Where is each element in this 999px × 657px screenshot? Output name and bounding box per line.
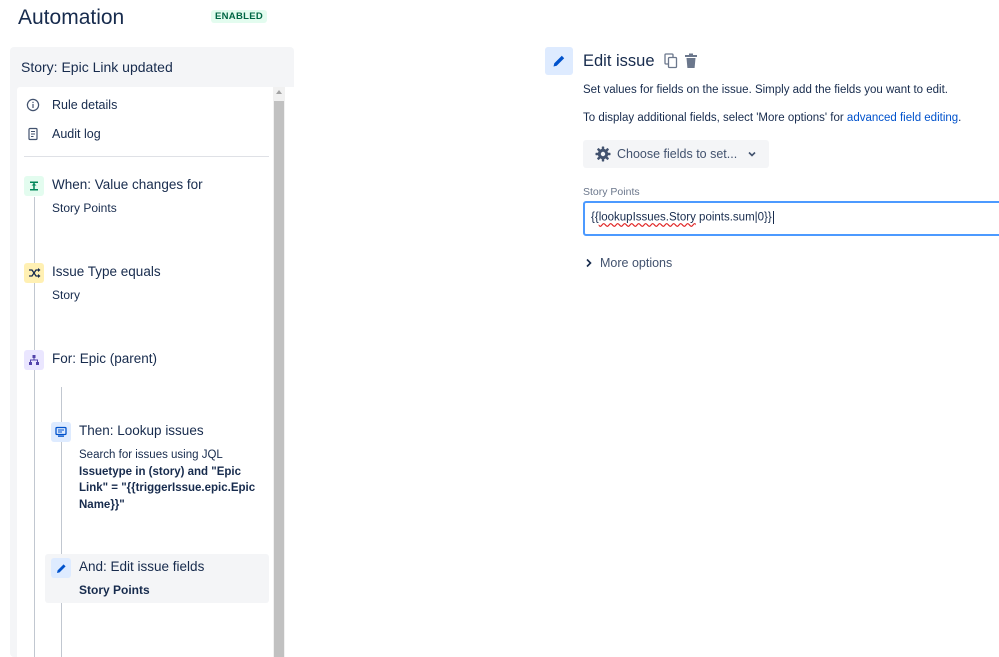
branch-icon [24, 350, 44, 370]
gear-icon [595, 146, 611, 162]
advanced-field-editing-link[interactable]: advanced field editing [847, 112, 958, 124]
choose-fields-label: Choose fields to set... [617, 147, 738, 161]
step-edit-title: And: Edit issue fields [79, 559, 205, 574]
info-icon [26, 98, 40, 112]
scroll-up-arrow-icon[interactable] [276, 90, 282, 94]
lookup-jql-line3: Name}}" [79, 498, 125, 511]
step-trigger-sub: Story Points [52, 201, 117, 215]
scrollbar[interactable] [273, 87, 285, 657]
field-value-suffix: points.sum|0}} [695, 211, 772, 224]
editor-title: Edit issue [583, 52, 655, 70]
step-condition-title: Issue Type equals [52, 264, 161, 279]
scroll-thumb[interactable] [274, 101, 284, 657]
step-trigger-title: When: Value changes for [52, 177, 203, 192]
more-options-label: More options [600, 256, 673, 270]
lookup-desc-text: Search for issues using JQL [79, 449, 223, 461]
trash-icon[interactable] [684, 53, 698, 74]
hint-prefix: To display additional fields, select 'Mo… [583, 112, 847, 124]
chevron-right-icon [586, 258, 592, 268]
rule-details-label: Rule details [52, 98, 118, 112]
lookup-icon [51, 422, 71, 442]
lookup-jql-line2: Link" = "{{triggerIssue.epic.Epic [79, 482, 256, 494]
document-icon [28, 127, 38, 141]
status-badge: ENABLED [211, 10, 268, 23]
pencil-icon [51, 558, 71, 578]
editor-hint: To display additional fields, select 'Mo… [583, 112, 961, 124]
audit-log-link[interactable]: Audit log [26, 127, 101, 141]
audit-log-label: Audit log [52, 127, 101, 141]
page-header: Automation [18, 4, 124, 32]
more-options-toggle[interactable]: More options [585, 256, 672, 270]
step-lookup[interactable]: Then: Lookup issues Search for issues us… [51, 422, 269, 512]
field-value-misspelled: lookupIssues.Story [598, 211, 696, 224]
step-edit-sub: Story Points [79, 583, 150, 597]
step-condition-sub: Story [52, 288, 81, 302]
page-title: Automation [18, 6, 125, 29]
text-caret [772, 211, 774, 224]
story-points-label: Story Points [583, 186, 640, 198]
trigger-icon [24, 176, 44, 196]
rule-tree: Rule details Audit log When: Value chang… [17, 87, 294, 657]
divider [24, 156, 269, 157]
copy-icon[interactable] [664, 53, 678, 74]
step-lookup-title: Then: Lookup issues [79, 423, 204, 438]
step-branch[interactable]: For: Epic (parent) [24, 350, 269, 374]
step-branch-title: For: Epic (parent) [52, 351, 158, 366]
step-trigger[interactable]: When: Value changes for Story Points [24, 176, 269, 216]
editor-description: Set values for fields on the issue. Simp… [583, 84, 949, 96]
rule-name: Story: Epic Link updated [21, 59, 173, 75]
condition-icon [24, 263, 44, 283]
step-edit-fields[interactable]: And: Edit issue fields Story Points [45, 554, 269, 603]
story-points-input[interactable]: {{lookupIssues.Story points.sum|0}} [583, 201, 999, 236]
field-value-prefix: {{ [591, 211, 599, 224]
rule-details-link[interactable]: Rule details [26, 98, 117, 112]
hint-suffix: . [958, 112, 962, 124]
step-lookup-desc: Search for issues using JQL Issuetype in… [79, 447, 264, 513]
lookup-jql-line1: Issuetype in (story) and "Epic [79, 465, 242, 478]
choose-fields-button[interactable]: Choose fields to set... [583, 140, 769, 168]
rule-panel: Story: Epic Link updated Rule details Au… [10, 47, 294, 657]
chevron-down-icon [748, 151, 756, 157]
edit-pencil-icon [545, 47, 573, 75]
step-condition[interactable]: Issue Type equals Story [24, 263, 269, 303]
